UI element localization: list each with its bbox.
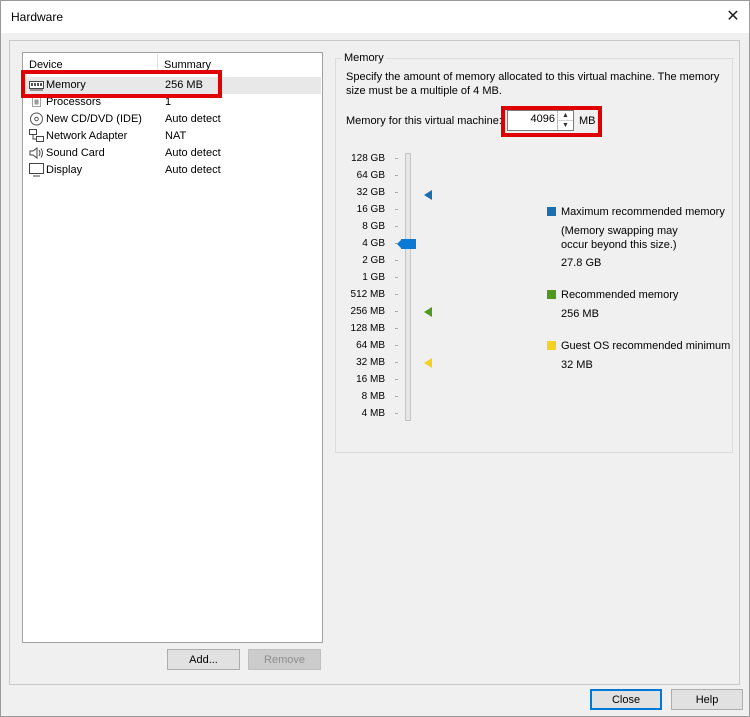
max-recommended-value: 27.8 GB xyxy=(561,257,602,269)
scale-tick-label: 4 GB xyxy=(362,238,385,249)
max-recommended-note: (Memory swapping may occur beyond this s… xyxy=(561,225,678,251)
recommended-title: Recommended memory xyxy=(561,289,679,301)
memory-description: Specify the amount of memory allocated t… xyxy=(346,71,720,97)
device-summary: Auto detect xyxy=(165,164,221,176)
scale-tick-mark xyxy=(395,413,398,414)
scale-tick-label: 4 MB xyxy=(361,408,385,419)
scale-tick-label: 2 GB xyxy=(362,255,385,266)
guest-minimum-title: Guest OS recommended minimum xyxy=(561,340,731,352)
scale-tick-mark xyxy=(395,277,398,278)
device-list[interactable]: Device Summary Memory 256 MB Processors … xyxy=(22,52,323,643)
device-summary: Auto detect xyxy=(165,113,221,125)
help-button[interactable]: Help xyxy=(671,689,743,710)
scale-tick-label: 64 MB xyxy=(356,340,385,351)
device-row-network-adapter[interactable]: Network Adapter NAT xyxy=(24,128,321,145)
scale-tick-label: 1 GB xyxy=(362,272,385,283)
scale-tick-mark xyxy=(395,379,398,380)
max-recommended-title: Maximum recommended memory xyxy=(561,206,725,218)
memory-group-label: Memory xyxy=(342,52,386,64)
add-button[interactable]: Add... xyxy=(167,649,240,670)
dialog-title: Hardware xyxy=(11,10,64,24)
cd-dvd-icon xyxy=(30,112,43,126)
scale-tick-mark xyxy=(395,345,398,346)
scale-tick-label: 128 GB xyxy=(351,153,385,164)
scale-tick-mark xyxy=(395,192,398,193)
scale-tick-label: 256 MB xyxy=(350,306,385,317)
device-row-sound-card[interactable]: Sound Card Auto detect xyxy=(24,145,321,162)
scale-tick-mark xyxy=(395,158,398,159)
scale-tick-label: 8 MB xyxy=(361,391,385,402)
guest-minimum-swatch xyxy=(547,341,556,350)
remove-button[interactable]: Remove xyxy=(248,649,321,670)
memory-field-label: Memory for this virtual machine: xyxy=(346,115,502,127)
scale-tick-label: 32 GB xyxy=(356,187,385,198)
scale-tick-mark xyxy=(395,260,398,261)
title-bar: Hardware ✕ xyxy=(1,1,749,33)
max-recommended-swatch xyxy=(547,207,556,216)
speaker-icon xyxy=(29,147,43,159)
device-name: Display xyxy=(46,164,83,176)
scale-tick-mark xyxy=(395,328,398,329)
device-summary: NAT xyxy=(165,130,187,142)
device-row-display[interactable]: Display Auto detect xyxy=(24,162,321,179)
scale-tick-mark xyxy=(395,362,398,363)
max-recommended-marker xyxy=(424,190,432,200)
guest-minimum-marker xyxy=(424,358,432,368)
scale-tick-label: 16 MB xyxy=(356,374,385,385)
device-name: New CD/DVD (IDE) xyxy=(46,113,142,125)
device-name: Network Adapter xyxy=(46,130,128,142)
recommended-value: 256 MB xyxy=(561,308,599,320)
device-row-cd-dvd[interactable]: New CD/DVD (IDE) Auto detect xyxy=(24,111,321,128)
scale-tick-label: 128 MB xyxy=(350,323,385,334)
highlight-memory-row xyxy=(21,70,222,98)
recommended-marker xyxy=(424,307,432,317)
scale-tick-label: 32 MB xyxy=(356,357,385,368)
highlight-memory-input xyxy=(501,106,602,137)
scale-tick-label: 64 GB xyxy=(356,170,385,181)
close-icon[interactable]: ✕ xyxy=(721,5,745,29)
scale-tick-mark xyxy=(395,175,398,176)
scale-tick-label: 8 GB xyxy=(362,221,385,232)
scale-tick-label: 512 MB xyxy=(350,289,385,300)
recommended-swatch xyxy=(547,290,556,299)
device-summary: Auto detect xyxy=(165,147,221,159)
close-button[interactable]: Close xyxy=(590,689,662,710)
scale-tick-label: 16 GB xyxy=(356,204,385,215)
memory-slider-track[interactable] xyxy=(405,153,411,421)
memory-slider-thumb[interactable] xyxy=(401,239,416,249)
scale-tick-mark xyxy=(395,294,398,295)
scale-tick-mark xyxy=(395,226,398,227)
scale-tick-mark xyxy=(395,396,398,397)
device-name: Sound Card xyxy=(46,147,105,159)
scale-tick-mark xyxy=(395,311,398,312)
network-icon xyxy=(29,129,44,142)
scale-tick-mark xyxy=(395,209,398,210)
monitor-icon xyxy=(29,163,44,177)
guest-minimum-value: 32 MB xyxy=(561,359,593,371)
